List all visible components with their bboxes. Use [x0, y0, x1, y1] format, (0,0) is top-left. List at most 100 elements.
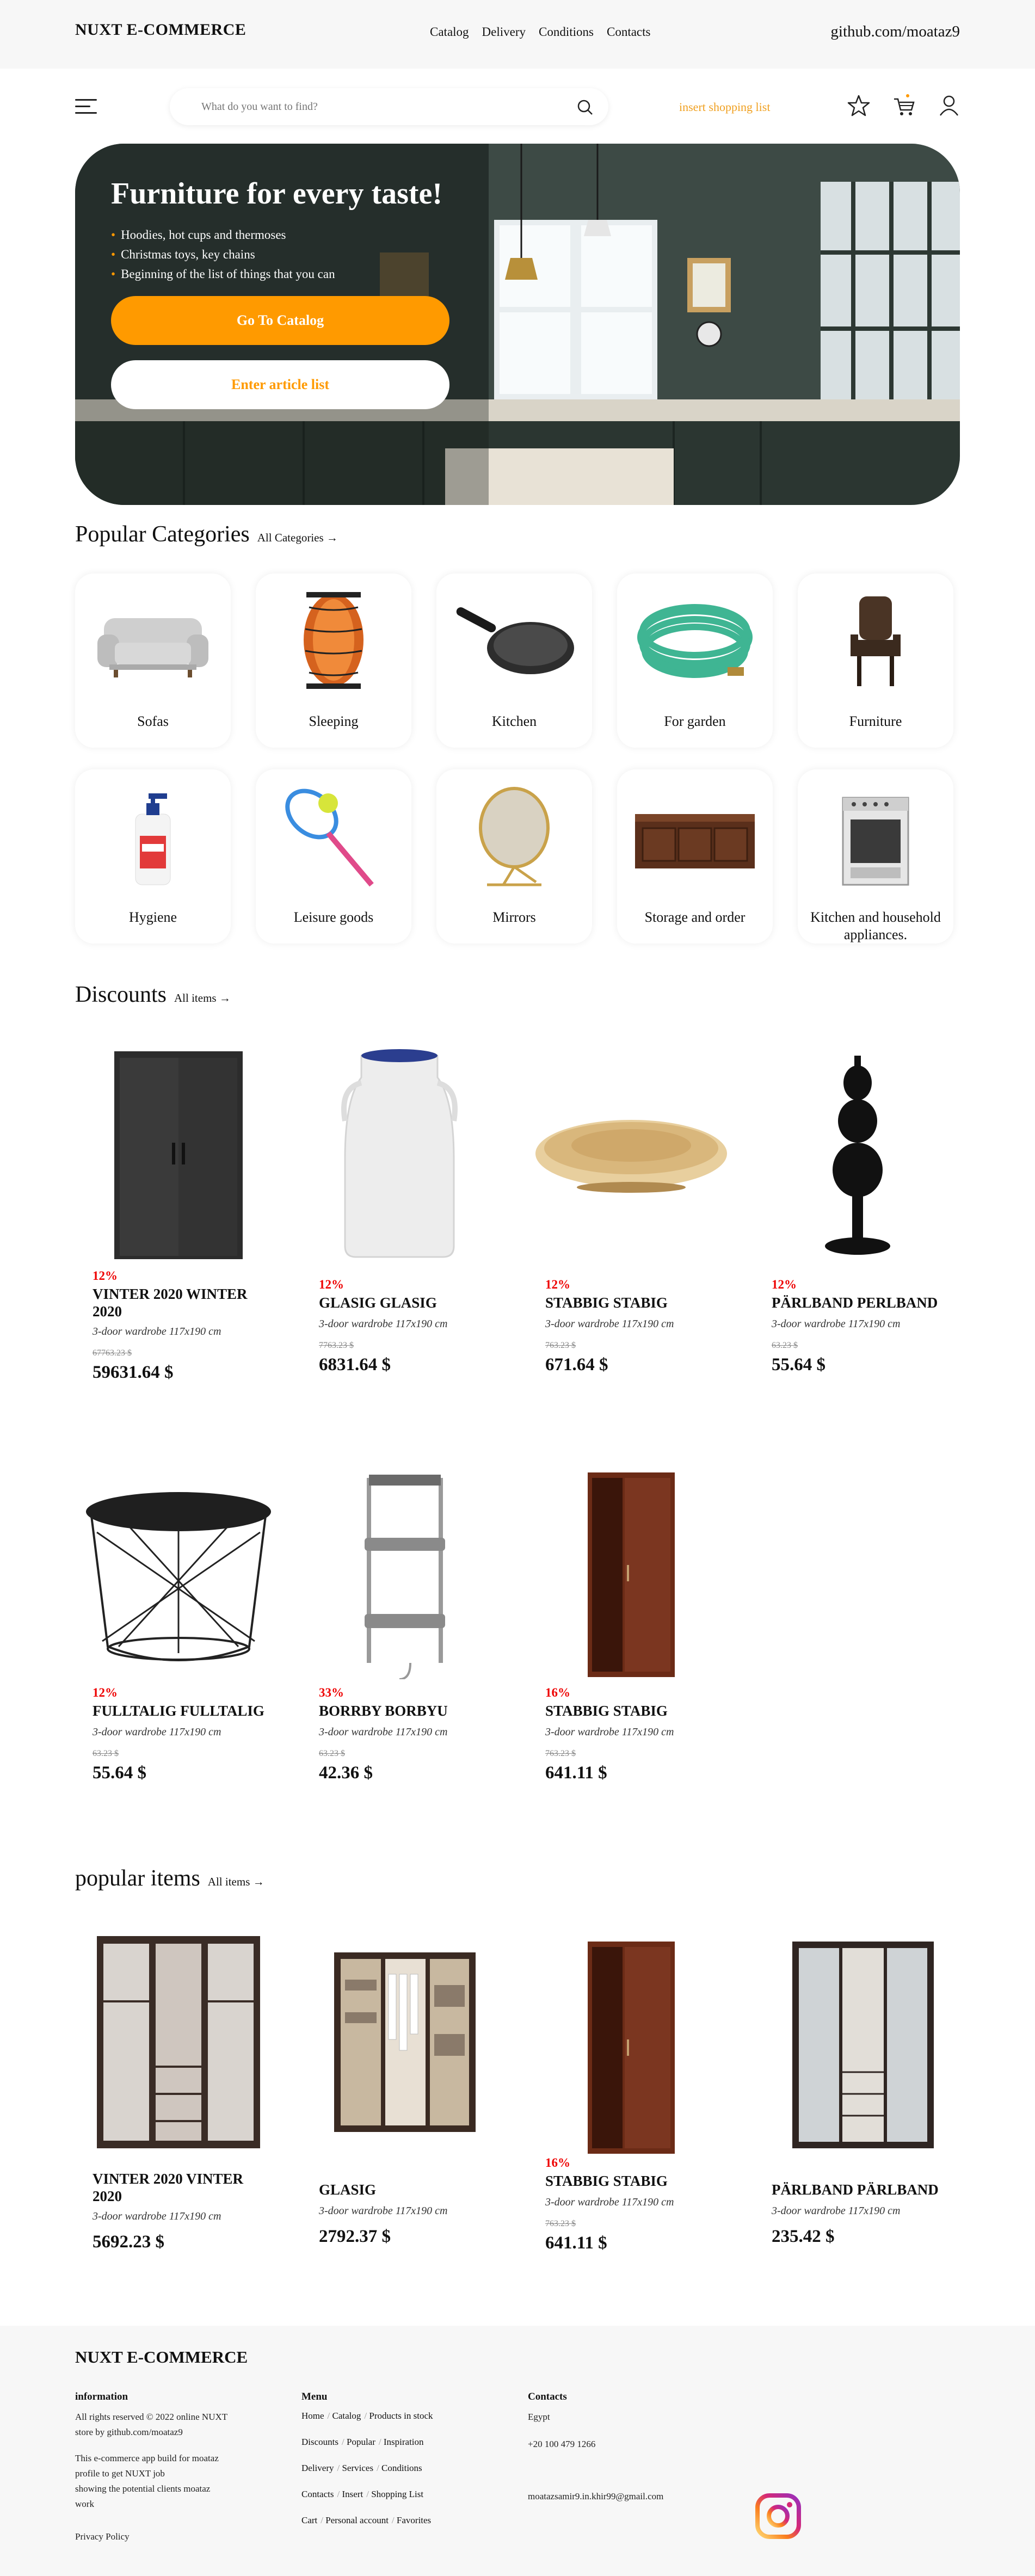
product-card[interactable]: 12% STABBIG STABIG 3-door wardrobe 117x1… — [528, 1034, 735, 1375]
old-price: 763.23 $ — [545, 1749, 576, 1758]
cart-icon[interactable] — [892, 94, 916, 118]
category-label: Mirrors — [492, 909, 536, 925]
search-input[interactable] — [201, 96, 550, 118]
github-link[interactable]: github.com/moataz9 — [830, 23, 960, 41]
category-card-for-garden[interactable]: For garden — [617, 574, 773, 748]
footer-link-insert[interactable]: Insert — [337, 2489, 363, 2500]
category-label: Kitchen — [491, 713, 537, 729]
category-card-hygiene[interactable]: Hygiene — [75, 769, 231, 944]
nav-conditions[interactable]: Conditions — [539, 25, 594, 39]
all-categories-link[interactable]: All Categories → — [257, 531, 338, 545]
footer-link-products-in-stock[interactable]: Products in stock — [364, 2411, 433, 2421]
footer-menu-row: Home Catalog Products in stock — [301, 2411, 433, 2421]
mirrored-wardrobe-image — [97, 1936, 260, 2148]
product-card[interactable]: VINTER 2020 VINTER 2020 3-door wardrobe … — [75, 1931, 282, 2257]
category-card-sofas[interactable]: Sofas — [75, 574, 231, 748]
vase-image — [341, 1049, 458, 1258]
footer-link-home[interactable]: Home — [301, 2411, 324, 2421]
category-label: Furniture — [849, 713, 902, 729]
search-icon[interactable] — [577, 99, 593, 115]
discount-badge: 33% — [319, 1686, 344, 1699]
footer-link-services[interactable]: Services — [337, 2463, 373, 2474]
category-card-leisure-goods[interactable]: Leisure goods — [256, 769, 411, 944]
product-price: 235.42 $ — [772, 2227, 835, 2246]
category-card-storage[interactable]: Storage and order — [617, 769, 773, 944]
discounts-header: Discounts All items → — [75, 982, 231, 1008]
category-label: Leisure goods — [293, 909, 374, 925]
categories-header: Popular Categories All Categories → — [75, 521, 338, 547]
user-icon[interactable] — [937, 94, 961, 118]
footer-link-catalog[interactable]: Catalog — [328, 2411, 361, 2421]
product-card[interactable]: 12% FULLTALIG FULLTALIG 3-door wardrobe … — [75, 1451, 282, 1783]
old-price: 763.23 $ — [545, 2219, 576, 2228]
product-card[interactable]: PÄRLBAND PÄRLBAND 3-door wardrobe 117x19… — [754, 1931, 961, 2257]
insert-shopping-list-link[interactable]: insert shopping list — [679, 100, 770, 114]
category-card-sleeping[interactable]: Sleeping — [256, 574, 411, 748]
product-description: 3-door wardrobe 117x190 cm — [319, 2205, 448, 2217]
hero-title: Furniture for every taste! — [111, 177, 443, 211]
nav-delivery[interactable]: Delivery — [482, 25, 526, 39]
category-card-mirrors[interactable]: Mirrors — [436, 769, 592, 944]
product-name: STABBIG STABIG — [545, 2173, 668, 2189]
product-description: 3-door wardrobe 117x190 cm — [545, 1318, 674, 1330]
footer-link-favorites[interactable]: Favorites — [392, 2515, 431, 2526]
footer-menu-row: Contacts Insert Shopping List — [301, 2489, 423, 2500]
star-icon[interactable] — [847, 94, 871, 118]
old-price: 63.23 $ — [93, 1749, 119, 1758]
footer-link-personal-account[interactable]: Personal account — [321, 2515, 389, 2526]
footer-menu-row: Delivery Services Conditions — [301, 2463, 422, 2474]
product-description: 3-door wardrobe 117x190 cm — [545, 2196, 674, 2208]
mirror-icon — [479, 787, 550, 886]
product-card[interactable]: 12% GLASIG GLASIG 3-door wardrobe 117x19… — [301, 1034, 508, 1375]
racket-icon — [285, 788, 374, 887]
privacy-policy-link[interactable]: Privacy Policy — [75, 2529, 130, 2544]
product-card[interactable]: GLASIG 3-door wardrobe 117x190 cm 2792.3… — [301, 1931, 508, 2257]
categories-title: Popular Categories — [75, 522, 250, 547]
category-card-appliances[interactable]: Kitchen and household appliances. — [798, 769, 953, 944]
footer-link-popular[interactable]: Popular — [342, 2437, 375, 2448]
product-card[interactable]: 12% PÄRLBAND PERLBAND 3-door wardrobe 11… — [754, 1034, 961, 1375]
nav-contacts[interactable]: Contacts — [607, 25, 651, 39]
footer-link-inspiration[interactable]: Inspiration — [379, 2437, 424, 2448]
product-card[interactable]: 16% STABBIG STABIG 3-door wardrobe 117x1… — [528, 1451, 735, 1783]
footer-link-shopping-list[interactable]: Shopping List — [366, 2489, 423, 2500]
cabinet-image — [588, 1942, 675, 2154]
enter-article-list-button[interactable]: Enter article list — [111, 360, 449, 409]
go-to-catalog-button[interactable]: Go To Catalog — [111, 296, 449, 345]
stove-icon — [842, 797, 909, 886]
product-card[interactable]: 33% BORRBY BORBYU 3-door wardrobe 117x19… — [301, 1451, 508, 1783]
footer-link-contacts[interactable]: Contacts — [301, 2489, 334, 2500]
all-discount-items-link[interactable]: All items → — [174, 991, 231, 1005]
copyright-line: All rights reserved © 2022 online NUXT — [75, 2412, 228, 2422]
menu-icon[interactable] — [75, 99, 97, 114]
footer-contacts-title: Contacts — [528, 2391, 567, 2402]
wardrobe-image — [114, 1051, 243, 1259]
top-nav: Catalog Delivery Conditions Contacts — [430, 25, 650, 39]
product-description: 3-door wardrobe 117x190 cm — [772, 1318, 901, 1330]
footer-country: Egypt — [528, 2412, 550, 2422]
discount-badge: 12% — [93, 1269, 118, 1283]
footer-phone[interactable]: +20 100 479 1266 — [528, 2437, 595, 2452]
instagram-icon[interactable] — [754, 2492, 802, 2540]
hero-banner: Furniture for every taste! Hoodies, hot … — [75, 144, 960, 505]
hero-bullet: Hoodies, hot cups and thermoses — [111, 225, 335, 245]
product-card[interactable]: 16% STABBIG STABIG 3-door wardrobe 117x1… — [528, 1931, 735, 2257]
all-popular-items-link[interactable]: All items → — [208, 1875, 264, 1889]
product-card[interactable]: 12% VINTER 2020 WINTER 2020 3-door wardr… — [75, 1034, 282, 1382]
footer-email[interactable]: moatazsamir9.in.khir99@gmail.com — [528, 2489, 663, 2504]
hero-bullet-list: Hoodies, hot cups and thermoses Christma… — [111, 225, 335, 284]
footer-link-cart[interactable]: Cart — [301, 2515, 317, 2526]
candlestick-image — [825, 1056, 890, 1255]
footer-link-conditions[interactable]: Conditions — [377, 2463, 422, 2474]
wire-table-image — [86, 1492, 271, 1661]
brand-logo[interactable]: NUXT E-COMMERCE — [75, 21, 246, 39]
product-name: PÄRLBAND PÄRLBAND — [772, 2181, 939, 2198]
footer-link-discounts[interactable]: Discounts — [301, 2437, 338, 2448]
category-card-furniture[interactable]: Furniture — [798, 574, 953, 748]
footer-link-delivery[interactable]: Delivery — [301, 2463, 334, 2474]
category-card-kitchen[interactable]: Kitchen — [436, 574, 592, 748]
nav-catalog[interactable]: Catalog — [430, 25, 469, 39]
category-label: Kitchen and household appliances. — [810, 909, 941, 942]
product-name: BORRBY BORBYU — [319, 1703, 448, 1719]
footer: NUXT E-COMMERCE information All rights r… — [0, 2326, 1035, 2576]
